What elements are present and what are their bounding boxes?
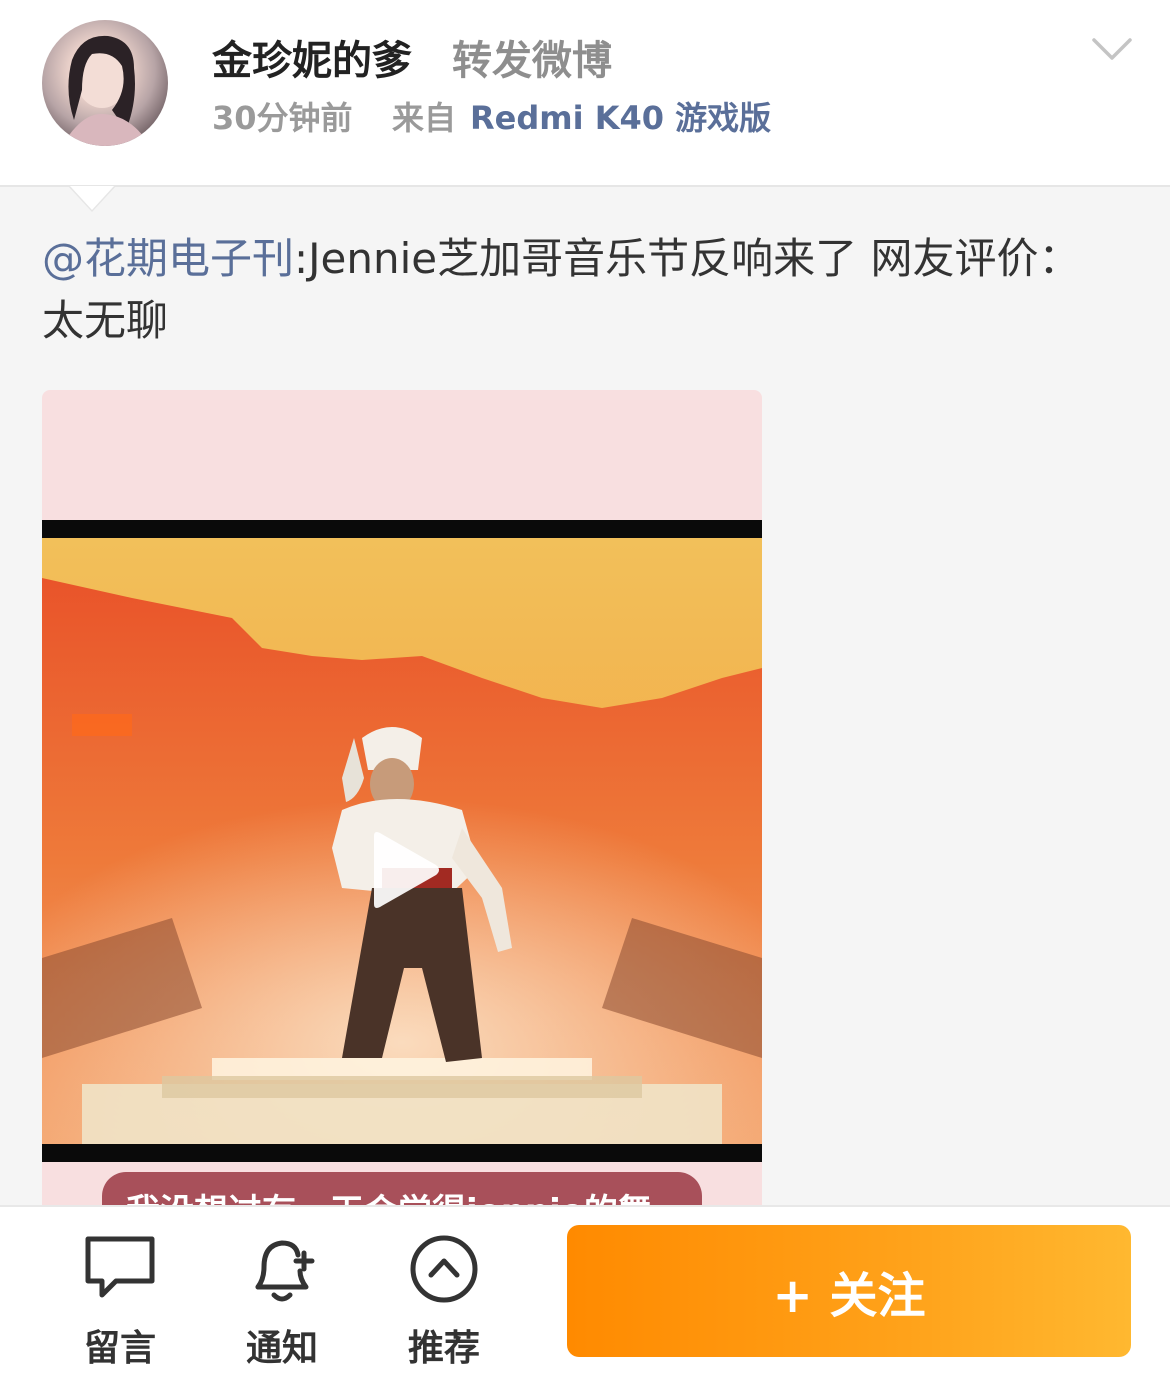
video-card[interactable]: 我没想过有一天会觉得jennie的舞 — [42, 390, 762, 1220]
recommend-label: 推荐 — [407, 1328, 480, 1369]
avatar-image — [62, 35, 150, 146]
comment-icon — [85, 1236, 155, 1298]
avatar[interactable] — [42, 20, 168, 146]
comment-label: 留言 — [83, 1328, 156, 1369]
play-icon[interactable] — [364, 830, 444, 910]
notify-label: 通知 — [245, 1328, 318, 1369]
follow-button[interactable]: + 关注 — [567, 1225, 1131, 1357]
weibo-repost-page: 金珍妮的爹 转发微博 30分钟前 来自 Redmi K40 游戏版 @花期电子刊… — [0, 0, 1170, 1395]
chevron-down-icon[interactable] — [1090, 34, 1134, 64]
mention-link[interactable]: @花期电子刊 — [42, 234, 294, 283]
repost-pointer — [70, 186, 114, 210]
notify-button[interactable]: 通知 — [217, 1229, 347, 1369]
source-label: 来自 — [392, 99, 457, 137]
user-name[interactable]: 金珍妮的爹 — [212, 28, 412, 86]
reposted-content: @花期电子刊:Jennie芝加哥音乐节反响来了 网友评价：太无聊 — [42, 228, 1122, 352]
post-time: 30分钟前 — [212, 99, 353, 137]
recommend-button[interactable]: 推荐 — [379, 1229, 509, 1369]
source-device-link[interactable]: Redmi K40 游戏版 — [470, 93, 771, 139]
repost-label: 转发微博 — [452, 38, 612, 84]
post-header: 金珍妮的爹 转发微博 30分钟前 来自 Redmi K40 游戏版 — [0, 0, 1170, 187]
bell-plus-icon — [255, 1240, 315, 1302]
chevron-up-circle-icon — [410, 1235, 478, 1303]
comment-button[interactable]: 留言 — [55, 1229, 185, 1369]
bottom-toolbar: 留言 通知 推荐 + 关注 — [0, 1205, 1170, 1395]
